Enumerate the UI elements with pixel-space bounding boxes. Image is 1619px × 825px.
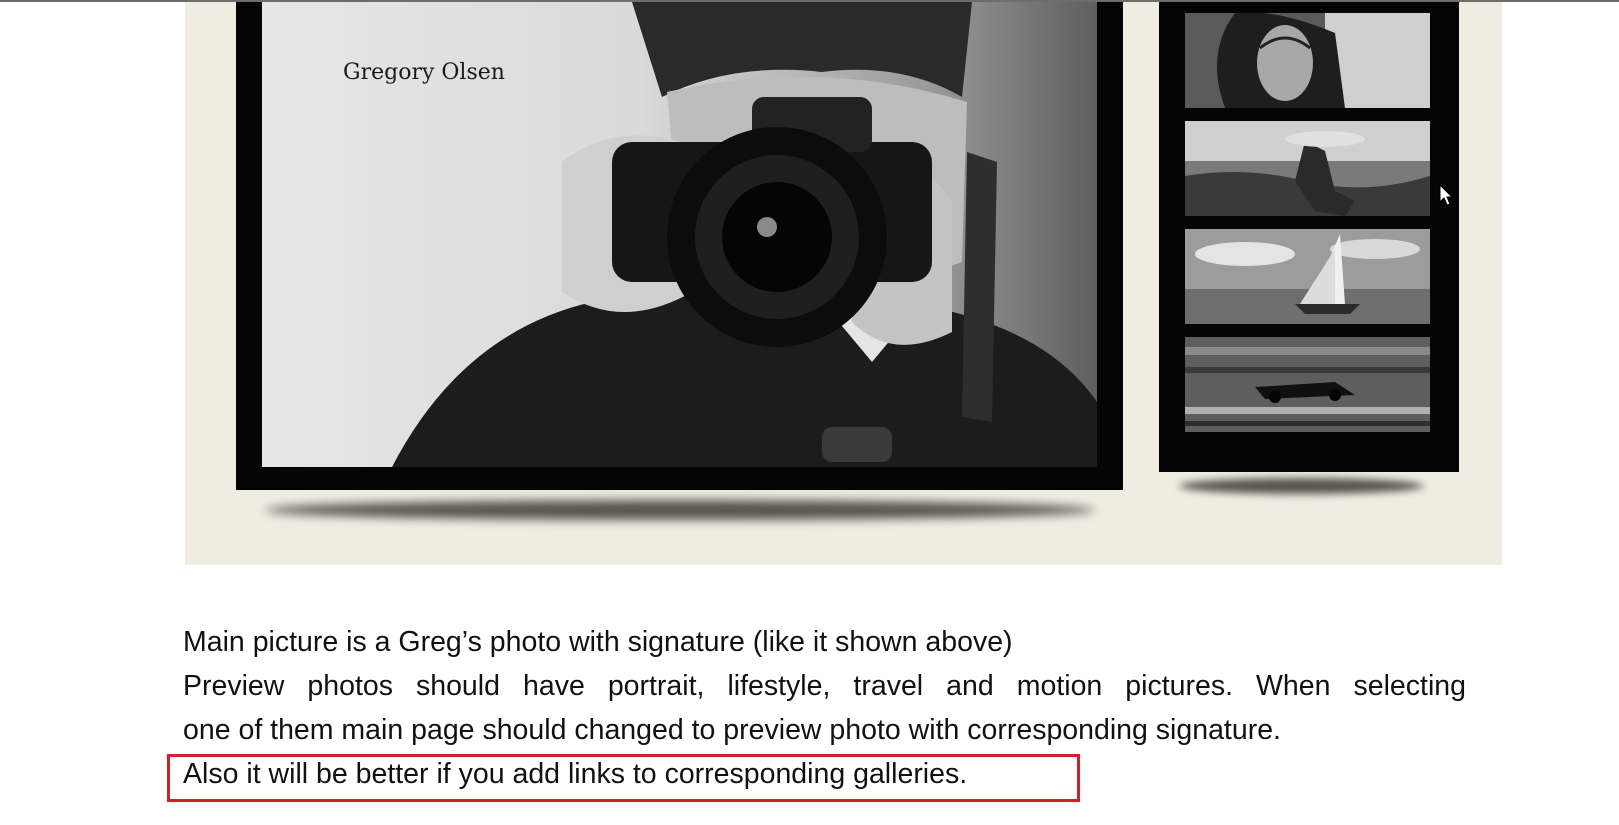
main-picture[interactable]: Gregory Olsen	[262, 2, 1097, 467]
main-frame-shadow	[265, 500, 1095, 520]
main-picture-frame: Gregory Olsen	[236, 2, 1123, 490]
preview-strip	[1159, 2, 1459, 472]
preview-photo-portrait[interactable]	[1185, 13, 1430, 108]
preview-strip-shadow	[1179, 478, 1424, 494]
mouse-cursor-icon	[1439, 184, 1453, 206]
preview-photo-travel[interactable]	[1185, 229, 1430, 324]
preview-photo-motion[interactable]	[1185, 337, 1430, 432]
highlight-box	[167, 754, 1080, 802]
design-mockup: Gregory Olsen	[185, 2, 1502, 565]
requirement-line-3: one of them main page should changed to …	[183, 714, 1281, 746]
requirement-line-1: Main picture is a Greg’s photo with sign…	[183, 626, 1013, 658]
main-picture-signature: Gregory Olsen	[343, 60, 505, 85]
requirement-line-2: Preview photos should have portrait, lif…	[183, 670, 1466, 702]
preview-photo-lifestyle[interactable]	[1185, 121, 1430, 216]
